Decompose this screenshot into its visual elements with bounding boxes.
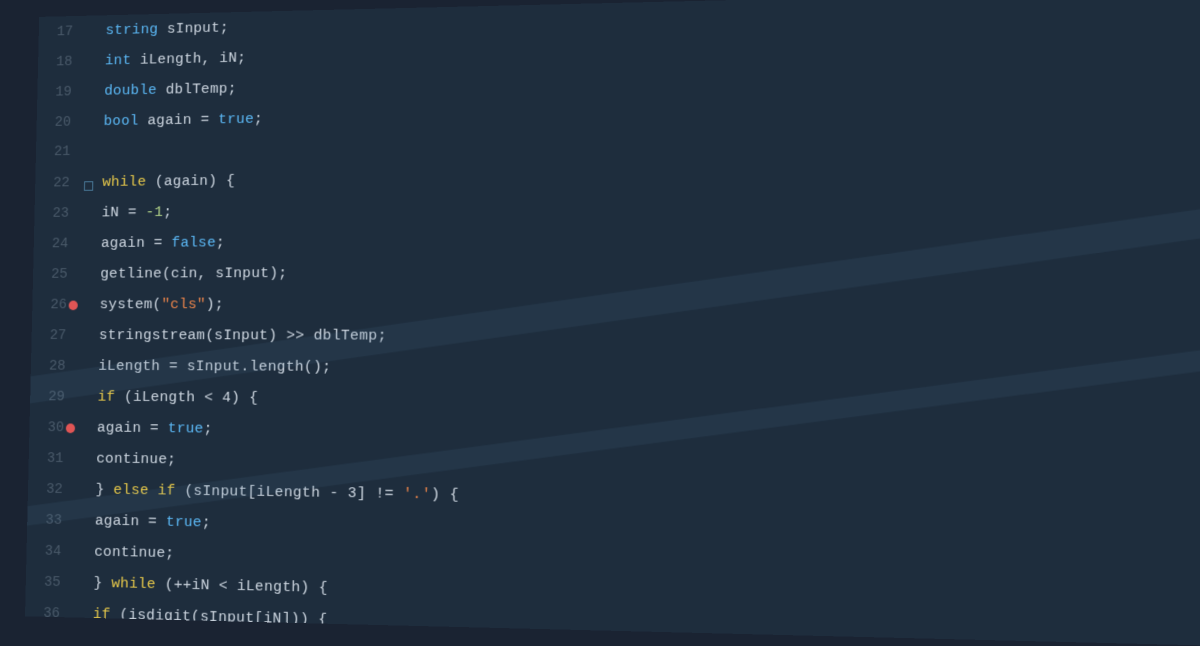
code-tokens: iLength = sInput.length(); xyxy=(91,350,332,382)
line-number: 32 xyxy=(28,474,76,506)
code-line: 25 getline(cin, sInput); xyxy=(33,252,1200,290)
code-tokens: stringstream(sInput) >> dblTemp; xyxy=(91,320,387,352)
code-tokens: bool again = true; xyxy=(96,103,263,136)
line-number: 31 xyxy=(28,443,76,474)
line-number: 23 xyxy=(34,198,82,229)
code-tokens: string sInput; xyxy=(98,12,229,45)
line-number: 28 xyxy=(31,351,79,382)
line-number: 30 xyxy=(29,413,77,444)
code-tokens: if (isdigit(sInput[iN])) { xyxy=(85,598,327,635)
breakpoint-marker[interactable] xyxy=(69,301,78,311)
fold-indicator[interactable] xyxy=(84,181,93,191)
line-number: 27 xyxy=(31,321,79,352)
line-number: 24 xyxy=(33,229,81,260)
code-tokens: system("cls"); xyxy=(92,289,224,320)
line-number: 25 xyxy=(33,259,81,290)
line-number: 29 xyxy=(30,382,78,413)
code-content-area: 17 string sInput; 18 int iLength, iN; 19 doub… xyxy=(25,0,1200,646)
code-tokens: again = false; xyxy=(93,227,225,258)
breakpoint-marker[interactable] xyxy=(66,423,75,433)
code-tokens: again = true; xyxy=(87,505,211,538)
line-number: 21 xyxy=(36,137,84,168)
line-number: 26 xyxy=(32,290,80,321)
code-tokens: int iLength, iN; xyxy=(97,42,246,75)
code-tokens: iN = -1; xyxy=(94,197,172,228)
code-tokens: continue; xyxy=(85,629,173,645)
line-number: 20 xyxy=(36,107,84,138)
code-tokens: continue; xyxy=(89,443,177,475)
code-tokens: while (again) { xyxy=(95,165,236,197)
code-editor: 17 string sInput; 18 int iLength, iN; 19 doub… xyxy=(25,0,1200,646)
line-number: 22 xyxy=(35,168,83,199)
code-tokens: continue; xyxy=(87,536,175,569)
code-tokens: again = true; xyxy=(89,412,213,444)
line-number: 37 xyxy=(25,629,72,646)
line-number: 18 xyxy=(38,47,86,78)
code-tokens: double dblTemp; xyxy=(97,73,237,106)
code-line: 26 system("cls"); xyxy=(32,286,1200,320)
code-tokens: if (iLength < 4) { xyxy=(90,381,258,413)
code-tokens: getline(cin, sInput); xyxy=(93,258,288,289)
line-number: 17 xyxy=(38,17,86,48)
line-number: 35 xyxy=(25,567,73,599)
line-number: 36 xyxy=(25,598,73,630)
line-number: 34 xyxy=(26,536,74,568)
line-number: 19 xyxy=(37,77,85,108)
code-line: 27 stringstream(sInput) >> dblTemp; xyxy=(31,320,1200,355)
line-number: 33 xyxy=(27,505,75,537)
